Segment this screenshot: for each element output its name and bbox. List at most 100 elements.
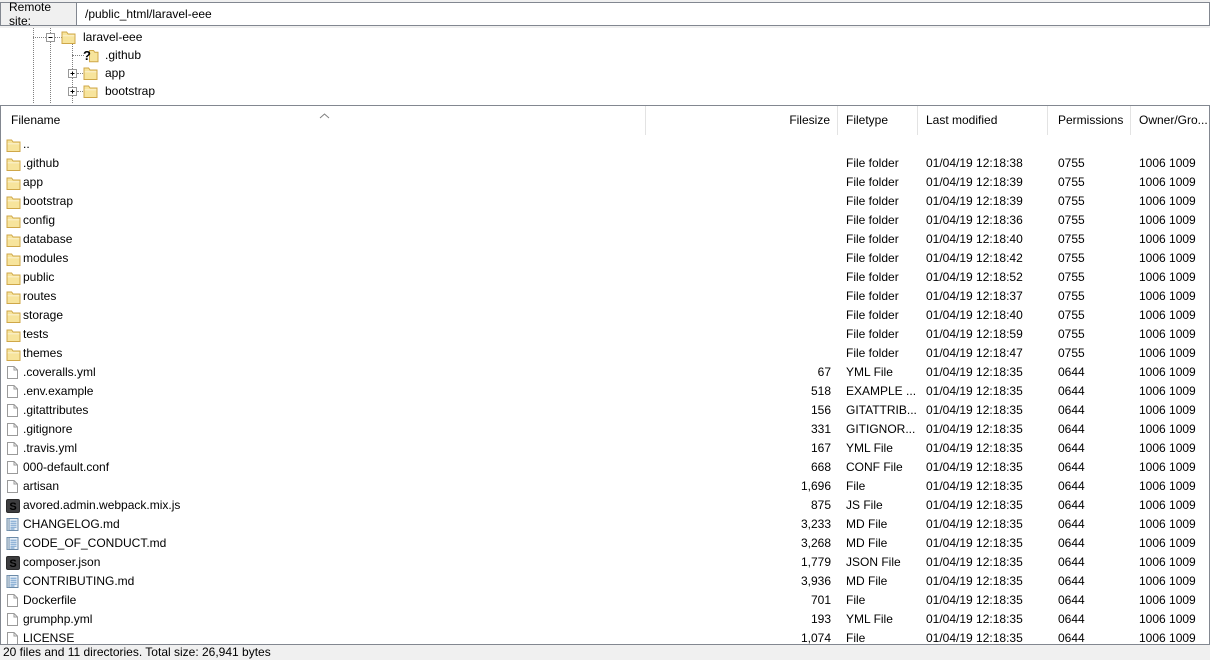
last-modified-cell: 01/04/19 12:18:35 xyxy=(926,536,1023,550)
expand-toggle-icon[interactable] xyxy=(68,86,77,96)
table-row[interactable]: Dockerfile 701 File 01/04/19 12:18:35 06… xyxy=(1,591,1209,610)
remote-site-path-input[interactable] xyxy=(77,2,1210,26)
filename-text: modules xyxy=(23,251,69,265)
filename-text: CODE_OF_CONDUCT.md xyxy=(23,536,167,550)
permissions-cell: 0644 xyxy=(1058,517,1085,531)
table-row[interactable]: 000-default.conf 668 CONF File 01/04/19 … xyxy=(1,458,1209,477)
owner-group-cell: 1006 1009 xyxy=(1139,384,1196,398)
svg-text:S: S xyxy=(9,558,16,570)
owner-group-cell: 1006 1009 xyxy=(1139,403,1196,417)
filename-text: themes xyxy=(23,346,63,360)
owner-group-cell: 1006 1009 xyxy=(1139,156,1196,170)
last-modified-cell: 01/04/19 12:18:35 xyxy=(926,422,1023,436)
table-row[interactable]: public File folder 01/04/19 12:18:52 075… xyxy=(1,268,1209,287)
tree-item--github[interactable]: ? .github xyxy=(0,46,1210,64)
table-row[interactable]: Scomposer.json 1,779 JSON File 01/04/19 … xyxy=(1,553,1209,572)
table-row[interactable]: .coveralls.yml 67 YML File 01/04/19 12:1… xyxy=(1,363,1209,382)
table-row[interactable]: database File folder 01/04/19 12:18:40 0… xyxy=(1,230,1209,249)
filetype-cell: File xyxy=(846,479,866,493)
last-modified-cell: 01/04/19 12:18:40 xyxy=(926,232,1023,246)
column-header-last-modified[interactable]: Last modified xyxy=(918,106,1048,135)
permissions-cell: 0755 xyxy=(1058,270,1085,284)
filename-text: avored.admin.webpack.mix.js xyxy=(23,498,181,512)
filesize-cell xyxy=(646,211,838,230)
table-row[interactable]: grumphp.yml 193 YML File 01/04/19 12:18:… xyxy=(1,610,1209,629)
table-row[interactable]: .gitignore 331 GITIGNOR... 01/04/19 12:1… xyxy=(1,420,1209,439)
table-row[interactable]: artisan 1,696 File 01/04/19 12:18:35 064… xyxy=(1,477,1209,496)
filename-text: artisan xyxy=(23,479,60,493)
table-row[interactable]: storage File folder 01/04/19 12:18:40 07… xyxy=(1,306,1209,325)
tree-item-bootstrap[interactable]: bootstrap xyxy=(0,82,1210,100)
table-row[interactable]: .gitattributes 156 GITATTRIB... 01/04/19… xyxy=(1,401,1209,420)
table-row[interactable]: .env.example 518 EXAMPLE ... 01/04/19 12… xyxy=(1,382,1209,401)
last-modified-cell xyxy=(918,135,1048,154)
table-row[interactable]: CONTRIBUTING.md 3,936 MD File 01/04/19 1… xyxy=(1,572,1209,591)
permissions-cell: 0644 xyxy=(1058,460,1085,474)
filetype-cell: File xyxy=(846,593,866,607)
table-row[interactable]: LICENSE 1,074 File 01/04/19 12:18:35 064… xyxy=(1,629,1209,645)
document-icon xyxy=(6,631,23,644)
table-row[interactable]: CHANGELOG.md 3,233 MD File 01/04/19 12:1… xyxy=(1,515,1209,534)
table-row[interactable]: Savored.admin.webpack.mix.js 875 JS File… xyxy=(1,496,1209,515)
last-modified-cell: 01/04/19 12:18:38 xyxy=(926,156,1023,170)
last-modified-cell: 01/04/19 12:18:35 xyxy=(926,365,1023,379)
folder-icon xyxy=(6,214,23,228)
owner-group-cell: 1006 1009 xyxy=(1139,517,1196,531)
filetype-cell: GITIGNOR... xyxy=(846,422,916,436)
filesize-cell: 3,936 xyxy=(800,574,831,588)
column-header-filesize[interactable]: Filesize xyxy=(646,106,838,135)
owner-group-cell: 1006 1009 xyxy=(1139,232,1196,246)
last-modified-cell: 01/04/19 12:18:35 xyxy=(926,555,1023,569)
folder-icon xyxy=(6,138,23,152)
filesize-cell: 518 xyxy=(810,384,831,398)
filename-text: .env.example xyxy=(23,384,94,398)
table-row[interactable]: CODE_OF_CONDUCT.md 3,268 MD File 01/04/1… xyxy=(1,534,1209,553)
filesize-cell xyxy=(646,173,838,192)
column-header-permissions[interactable]: Permissions xyxy=(1048,106,1131,135)
filename-text: .gitignore xyxy=(23,422,73,436)
table-row[interactable]: .. xyxy=(1,135,1209,154)
last-modified-cell: 01/04/19 12:18:47 xyxy=(926,346,1023,360)
column-header-filetype[interactable]: Filetype xyxy=(838,106,918,135)
permissions-cell: 0644 xyxy=(1058,498,1085,512)
expand-toggle-icon[interactable] xyxy=(46,32,55,42)
folder-icon xyxy=(6,290,23,304)
markdown-file-icon xyxy=(6,517,23,532)
filename-text: .gitattributes xyxy=(23,403,89,417)
table-row[interactable]: routes File folder 01/04/19 12:18:37 075… xyxy=(1,287,1209,306)
table-row[interactable]: config File folder 01/04/19 12:18:36 075… xyxy=(1,211,1209,230)
code-file-icon: S xyxy=(6,498,23,513)
table-row[interactable]: tests File folder 01/04/19 12:18:59 0755… xyxy=(1,325,1209,344)
folder-icon xyxy=(61,30,77,45)
owner-group-cell: 1006 1009 xyxy=(1139,213,1196,227)
permissions-cell: 0644 xyxy=(1058,574,1085,588)
table-row[interactable]: bootstrap File folder 01/04/19 12:18:39 … xyxy=(1,192,1209,211)
expand-toggle-icon[interactable] xyxy=(68,68,77,78)
tree-item-laravel-eee[interactable]: laravel-eee xyxy=(0,28,1210,46)
remote-file-list: Filename Filesize Filetype Last modified Per… xyxy=(0,105,1210,645)
filetype-cell: JS File xyxy=(846,498,883,512)
filename-text: bootstrap xyxy=(23,194,74,208)
column-header-owner-gro-[interactable]: Owner/Gro... xyxy=(1131,106,1209,135)
filesize-cell: 668 xyxy=(810,460,831,474)
filesize-cell xyxy=(646,306,838,325)
table-row[interactable]: modules File folder 01/04/19 12:18:42 07… xyxy=(1,249,1209,268)
owner-group-cell: 1006 1009 xyxy=(1139,308,1196,322)
table-row[interactable]: .github File folder 01/04/19 12:18:38 07… xyxy=(1,154,1209,173)
tree-item-app[interactable]: app xyxy=(0,64,1210,82)
owner-group-cell: 1006 1009 xyxy=(1139,593,1196,607)
expand-toggle-icon xyxy=(68,51,77,60)
owner-group-cell: 1006 1009 xyxy=(1139,631,1196,645)
table-row[interactable]: app File folder 01/04/19 12:18:39 0755 1… xyxy=(1,173,1209,192)
permissions-cell: 0755 xyxy=(1058,251,1085,265)
last-modified-cell: 01/04/19 12:18:35 xyxy=(926,479,1023,493)
filesize-cell xyxy=(646,325,838,344)
filename-text: storage xyxy=(23,308,64,322)
document-icon xyxy=(6,384,23,399)
table-row[interactable]: themes File folder 01/04/19 12:18:47 075… xyxy=(1,344,1209,363)
table-row[interactable]: .travis.yml 167 YML File 01/04/19 12:18:… xyxy=(1,439,1209,458)
owner-group-cell: 1006 1009 xyxy=(1139,536,1196,550)
filename-text: 000-default.conf xyxy=(23,460,110,474)
folder-icon xyxy=(6,347,23,361)
folder-icon xyxy=(6,328,23,342)
